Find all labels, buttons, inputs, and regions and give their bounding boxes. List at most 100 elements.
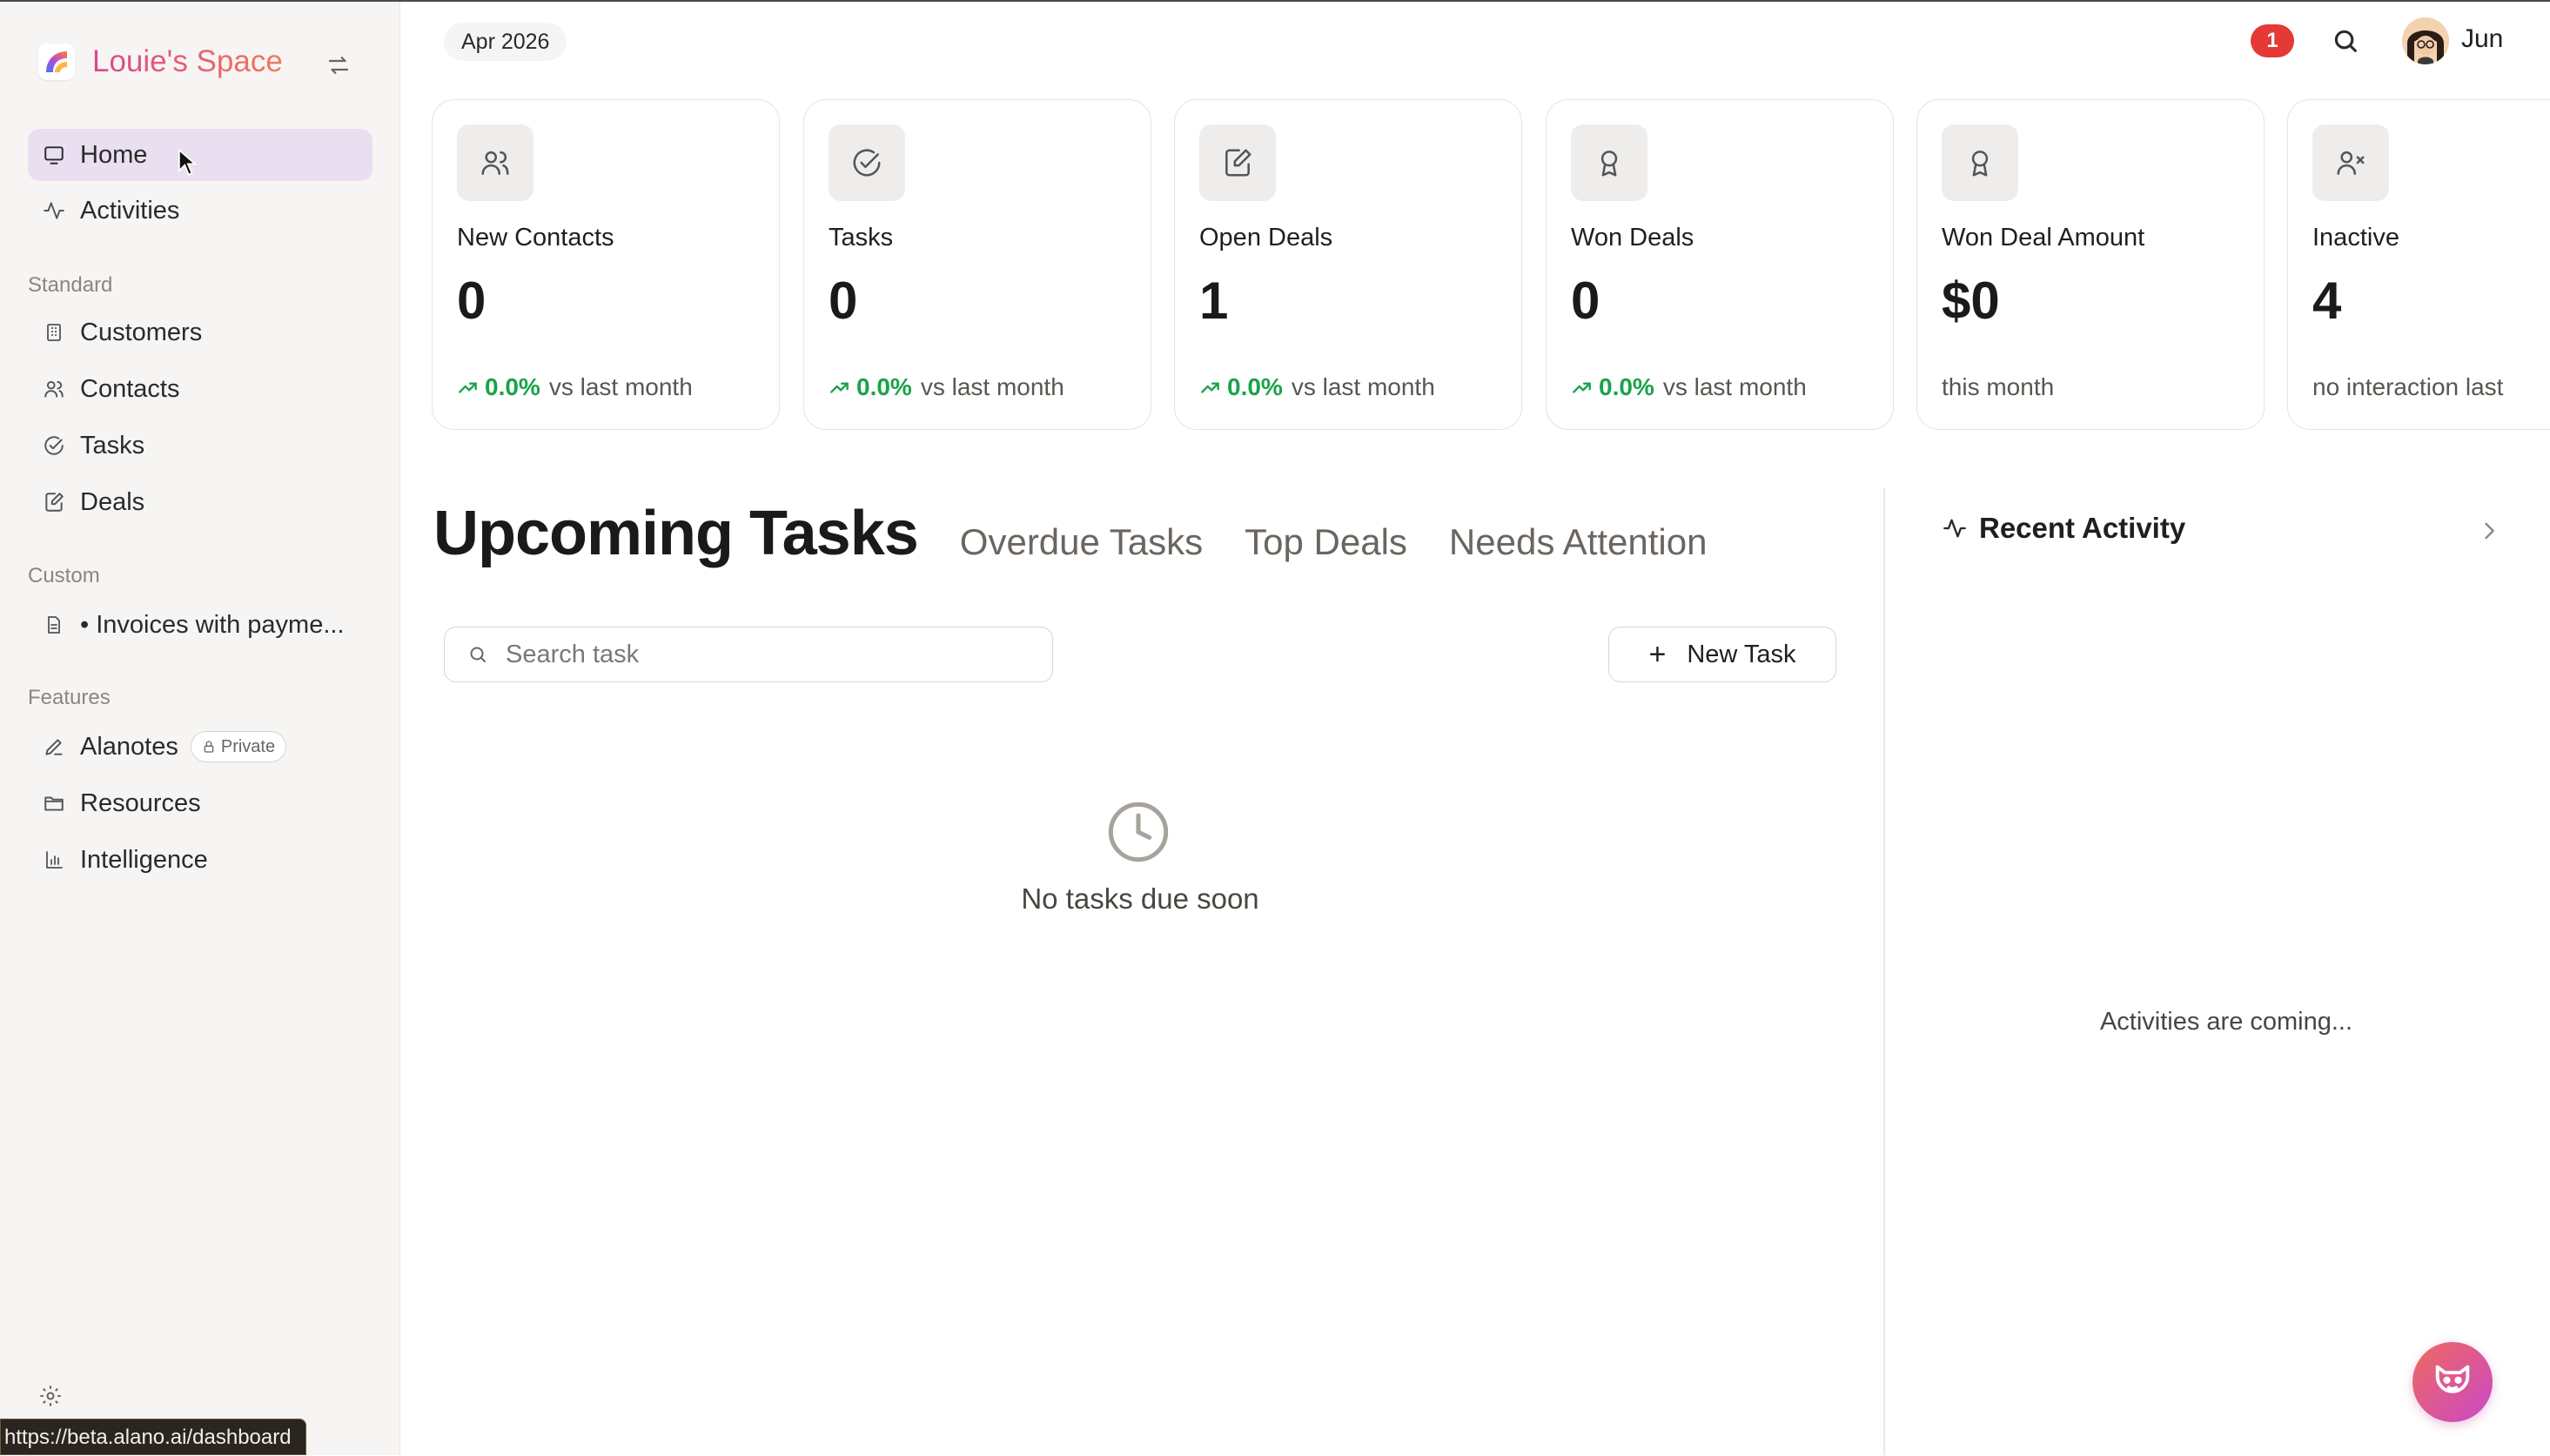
sidebar-item-tasks[interactable]: Tasks	[28, 419, 372, 472]
sidebar-item-label: Activities	[80, 196, 180, 225]
sidebar-item-label: Alanotes	[80, 732, 178, 761]
app-logo-icon	[38, 44, 75, 80]
assistant-chat-button[interactable]	[2412, 1342, 2493, 1422]
award-icon	[1571, 124, 1647, 201]
stat-suffix: vs last month	[920, 373, 1064, 400]
task-tabs: Upcoming Tasks Overdue Tasks Top Deals N…	[433, 498, 1707, 569]
stat-suffix: no interaction last	[2312, 373, 2504, 400]
new-task-button[interactable]: + New Task	[1608, 627, 1836, 682]
month-selector[interactable]: Apr 2026	[444, 23, 567, 61]
recent-activity-empty-message: Activities are coming...	[2099, 1008, 2353, 1036]
award-icon	[1942, 124, 2018, 201]
sidebar-item-label: • Invoices with payme...	[80, 610, 345, 639]
search-icon[interactable]	[2331, 26, 2360, 56]
notification-badge[interactable]: 1	[2251, 24, 2294, 57]
task-search-input[interactable]	[504, 639, 1030, 670]
tab-needs-attention[interactable]: Needs Attention	[1449, 521, 1708, 563]
stat-pct: 0.0%	[856, 373, 912, 400]
tab-overdue-tasks[interactable]: Overdue Tasks	[960, 521, 1203, 563]
stat-value: 0	[1571, 272, 1600, 330]
sidebar-item-intelligence[interactable]: Intelligence	[28, 834, 372, 886]
stat-pct: 0.0%	[1227, 373, 1283, 400]
stat-title: Tasks	[829, 224, 894, 252]
stat-suffix: vs last month	[1662, 373, 1807, 400]
panel-divider	[1883, 487, 1885, 1455]
sidebar-item-contacts[interactable]: Contacts	[28, 363, 372, 415]
stat-title: Inactive	[2312, 224, 2399, 252]
stat-value: 1	[1199, 272, 1229, 330]
check-circle-icon	[40, 432, 68, 460]
stat-trend: 0.0% vs last month	[829, 373, 1064, 401]
sidebar-item-label: Deals	[80, 487, 145, 516]
browser-status-url: https://beta.alano.ai/dashboard	[0, 1419, 306, 1455]
activity-icon	[1943, 519, 1966, 538]
sidebar-item-invoices[interactable]: • Invoices with payme...	[28, 599, 372, 651]
section-label-features: Features	[28, 686, 111, 709]
stat-card-won-deals[interactable]: Won Deals 0 0.0% vs last month	[1546, 99, 1894, 430]
section-label-custom: Custom	[28, 564, 100, 587]
stat-value: 0	[457, 272, 487, 330]
activity-icon	[40, 197, 68, 225]
sidebar-item-alanotes[interactable]: Alanotes Private	[28, 721, 372, 773]
stat-caption: this month	[1942, 373, 2054, 401]
users-icon	[457, 124, 533, 201]
stat-suffix: this month	[1942, 373, 2055, 400]
clock-icon	[1108, 802, 1169, 862]
recent-activity-header[interactable]: Recent Activity	[1943, 512, 2185, 545]
stat-pct: 0.0%	[485, 373, 540, 400]
folder-icon	[40, 789, 68, 817]
pen-icon	[40, 733, 68, 761]
sidebar-item-resources[interactable]: Resources	[28, 777, 372, 829]
stat-trend: 0.0% vs last month	[1199, 373, 1435, 401]
sidebar-item-label: Contacts	[80, 374, 180, 403]
stat-card-won-deal-amount[interactable]: Won Deal Amount $0 this month	[1916, 99, 2265, 430]
collapse-sidebar-icon[interactable]	[325, 52, 352, 78]
sidebar: Louie's Space Home Activities Standard C…	[0, 2, 400, 1455]
stat-value: $0	[1942, 272, 2000, 330]
sidebar-item-customers[interactable]: Customers	[28, 306, 372, 359]
stat-card-open-deals[interactable]: Open Deals 1 0.0% vs last month	[1174, 99, 1522, 430]
tasks-empty-message: No tasks due soon	[1021, 882, 1259, 915]
trend-up-icon	[459, 382, 477, 393]
sidebar-item-label: Intelligence	[80, 845, 208, 874]
new-task-label: New Task	[1687, 640, 1796, 668]
plus-icon: +	[1648, 637, 1667, 671]
stat-title: Open Deals	[1199, 224, 1333, 252]
stat-title: Won Deals	[1571, 224, 1694, 252]
search-icon	[470, 647, 486, 662]
cat-face-icon	[2435, 1365, 2470, 1393]
stat-value: 4	[2312, 272, 2342, 330]
sidebar-item-label: Resources	[80, 788, 201, 817]
stat-title: New Contacts	[457, 224, 614, 252]
building-icon	[40, 319, 68, 346]
workspace-name: Louie's Space	[92, 44, 283, 78]
user-x-icon	[2312, 124, 2389, 201]
check-circle-icon	[829, 124, 905, 201]
settings-gear-icon[interactable]	[38, 1384, 63, 1408]
stat-card-inactive[interactable]: Inactive 4 no interaction last	[2287, 99, 2550, 430]
recent-activity-title: Recent Activity	[1979, 512, 2186, 544]
sidebar-item-deals[interactable]: Deals	[28, 476, 372, 528]
edit-file-icon	[40, 488, 68, 516]
file-text-icon	[40, 611, 68, 639]
edit-file-icon	[1199, 124, 1276, 201]
chevron-right-icon[interactable]	[2477, 519, 2501, 543]
sidebar-item-activities[interactable]: Activities	[28, 185, 372, 237]
private-badge-label: Private	[220, 736, 276, 756]
stat-value: 0	[829, 272, 858, 330]
workspace-brand[interactable]: Louie's Space	[38, 44, 283, 80]
stat-card-new-contacts[interactable]: New Contacts 0 0.0% vs last month	[432, 99, 780, 430]
sidebar-item-label: Tasks	[80, 431, 145, 460]
trend-up-icon	[1201, 382, 1219, 393]
mouse-cursor-icon	[178, 148, 197, 177]
user-avatar[interactable]	[2402, 17, 2449, 64]
stat-trend: 0.0% vs last month	[457, 373, 693, 401]
user-name[interactable]: Jun	[2461, 24, 2503, 54]
sidebar-item-home[interactable]: Home	[28, 129, 372, 181]
trend-up-icon	[830, 382, 849, 393]
tab-top-deals[interactable]: Top Deals	[1245, 521, 1407, 563]
task-search-box[interactable]	[444, 627, 1053, 682]
tab-upcoming-tasks[interactable]: Upcoming Tasks	[433, 498, 919, 569]
stat-card-tasks[interactable]: Tasks 0 0.0% vs last month	[803, 99, 1151, 430]
users-icon	[40, 375, 68, 403]
